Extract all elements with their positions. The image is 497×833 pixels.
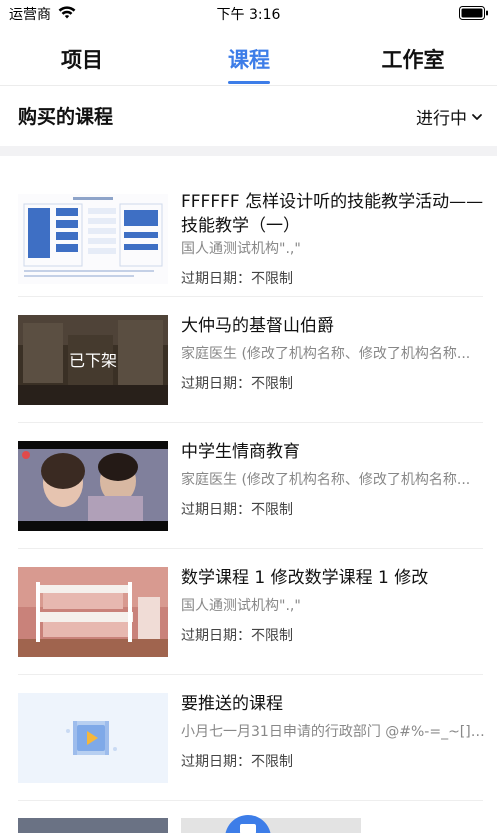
battery-icon <box>459 6 488 20</box>
filter-label: 进行中 <box>416 109 467 129</box>
course-title: 要推送的课程 <box>181 694 283 714</box>
course-item[interactable]: 中学生情商教育 家庭医生 (修改了机构名称、修改了机构名称... 过期日期：不限… <box>0 422 497 548</box>
course-expiry: 过期日期：不限制 <box>181 376 293 392</box>
list-divider <box>18 800 483 801</box>
course-title-partial <box>181 818 361 833</box>
book-icon <box>240 824 256 833</box>
course-organization: 小月七一月31日申请的行政部门 @#%-=_~[];.... <box>181 724 485 740</box>
course-title: FFFFFF 怎样设计听的技能教学活动——技能教学（一） <box>181 192 484 236</box>
course-item[interactable]: 要推送的课程 小月七一月31日申请的行政部门 @#%-=_~[];.... 过期… <box>0 674 497 800</box>
tab-projects[interactable]: 项目 <box>22 44 142 74</box>
course-title: 数学课程 1 修改数学课程 1 修改 <box>181 568 429 588</box>
top-tab-bar: 项目 课程 工作室 <box>0 34 497 86</box>
course-organization: 家庭医生 (修改了机构名称、修改了机构名称... <box>181 472 471 488</box>
active-tab-indicator <box>228 81 270 84</box>
course-expiry: 过期日期：不限制 <box>181 628 293 644</box>
course-expiry: 过期日期：不限制 <box>181 754 293 770</box>
course-thumbnail-placeholder <box>18 693 168 783</box>
course-thumbnail-room: 已下架 <box>18 315 168 405</box>
clock: 下午 3:16 <box>216 7 281 23</box>
course-expiry: 过期日期：不限制 <box>181 502 293 518</box>
course-thumbnail-video <box>18 441 168 531</box>
tab-courses[interactable]: 课程 <box>189 44 309 74</box>
chevron-down-icon <box>472 113 482 120</box>
section-separator <box>0 146 497 156</box>
course-expiry: 过期日期：不限制 <box>181 271 293 287</box>
tab-studio[interactable]: 工作室 <box>353 44 473 74</box>
status-filter-dropdown[interactable]: 进行中 <box>416 104 483 129</box>
course-thumbnail-diagram <box>18 194 168 284</box>
course-thumbnail-partial <box>18 818 168 833</box>
course-item[interactable]: 已下架 大仲马的基督山伯爵 家庭医生 (修改了机构名称、修改了机构名称... 过… <box>0 296 497 422</box>
section-header: 购买的课程 进行中 <box>0 86 497 146</box>
course-title: 中学生情商教育 <box>181 442 300 462</box>
course-organization: 家庭医生 (修改了机构名称、修改了机构名称... <box>181 346 471 362</box>
floating-action-button[interactable] <box>225 815 271 833</box>
course-item[interactable]: 数学课程 1 修改数学课程 1 修改 国人通测试机构".," 过期日期：不限制 <box>0 548 497 674</box>
status-bar: 运营商 下午 3:16 <box>0 0 497 26</box>
section-title: 购买的课程 <box>18 106 114 128</box>
course-title: 大仲马的基督山伯爵 <box>181 316 334 336</box>
course-thumbnail-bedroom <box>18 567 168 657</box>
course-organization: 国人通测试机构".," <box>181 598 301 614</box>
course-item[interactable]: FFFFFF 怎样设计听的技能教学活动——技能教学（一） 国人通测试机构".,"… <box>0 170 497 296</box>
course-organization: 国人通测试机构".," <box>181 241 301 257</box>
off-shelf-badge: 已下架 <box>68 351 117 370</box>
